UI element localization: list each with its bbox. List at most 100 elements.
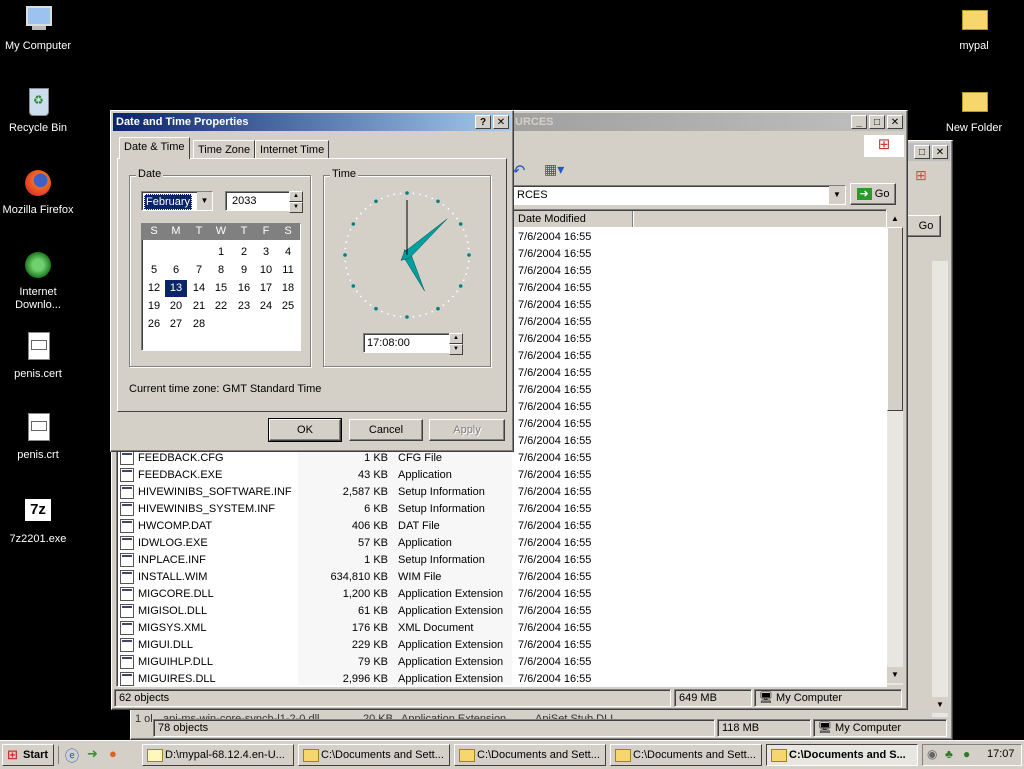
column-header-date-modified[interactable]: Date Modified	[514, 211, 633, 227]
scroll-up-icon[interactable]: ▲	[887, 211, 903, 227]
tab-date-time[interactable]: Date & Time	[119, 137, 190, 159]
time-stepper[interactable]: ▲ ▼	[449, 333, 463, 355]
table-row[interactable]: HWCOMP.DAT 406 KB DAT File 7/6/2004 16:55	[120, 518, 880, 535]
calendar-day[interactable]: 1	[210, 244, 232, 261]
calendar-day[interactable]: 12	[143, 280, 165, 297]
year-stepper[interactable]: ▲ ▼	[289, 191, 303, 213]
year-field[interactable]: 2033	[225, 191, 291, 211]
maximize-button[interactable]: □	[869, 115, 885, 129]
calendar-day[interactable]: 2	[233, 244, 255, 261]
calendar-day[interactable]: 24	[255, 298, 277, 315]
address-field[interactable]: RCES ▼	[512, 185, 846, 205]
chevron-down-icon[interactable]: ▼	[197, 192, 212, 210]
table-row[interactable]: MIGUIHLP.DLL 79 KB Application Extension 7/…	[120, 654, 880, 671]
calendar-day[interactable]: 4	[277, 244, 299, 261]
minimize-button[interactable]: _	[851, 115, 867, 129]
stepper-down-icon[interactable]: ▼	[449, 344, 463, 355]
tray-network-icon[interactable]: ♣	[945, 747, 953, 761]
calendar-day[interactable]: 11	[277, 262, 299, 279]
scroll-thumb[interactable]	[887, 227, 903, 411]
cancel-button[interactable]: Cancel	[349, 419, 423, 441]
tab-internet-time[interactable]: Internet Time	[255, 140, 330, 159]
time-field[interactable]: 17:08:00	[363, 333, 451, 353]
calendar-day[interactable]: 9	[233, 262, 255, 279]
calendar-day[interactable]: 20	[165, 298, 187, 315]
list-item-date[interactable]: 7/6/2004 16:55	[518, 382, 591, 399]
table-row[interactable]: FEEDBACK.EXE 43 KB Application 7/6/2004 16:…	[120, 467, 880, 484]
tray-globe-icon[interactable]: ●	[963, 747, 970, 761]
table-row[interactable]: HIVEWINIBS_SYSTEM.INF 6 KB Setup Informati…	[120, 501, 880, 518]
list-item-date[interactable]: 7/6/2004 16:55	[518, 348, 591, 365]
list-item-date[interactable]: 7/6/2004 16:55	[518, 246, 591, 263]
list-item-date[interactable]: 7/6/2004 16:55	[518, 331, 591, 348]
calendar-day[interactable]: 23	[233, 298, 255, 315]
taskbar-button-documents-4[interactable]: C:\Documents and S...	[766, 744, 918, 766]
list-item-date[interactable]: 7/6/2004 16:55	[518, 263, 591, 280]
go-button[interactable]: ➜ Go	[850, 183, 896, 205]
calendar-day[interactable]: 15	[210, 280, 232, 297]
calendar-day[interactable]: 22	[210, 298, 232, 315]
desktop-icon-mypal[interactable]: mypal	[936, 4, 1012, 53]
table-row[interactable]: FEEDBACK.CFG 1 KB CFG File 7/6/2004 16:55	[120, 450, 880, 467]
calendar-day[interactable]: 25	[277, 298, 299, 315]
calendar-day[interactable]: 26	[143, 316, 165, 333]
calendar-day[interactable]: 7	[188, 262, 210, 279]
list-item-date[interactable]: 7/6/2004 16:55	[518, 297, 591, 314]
calendar-day[interactable]: 5	[143, 262, 165, 279]
list-item-date[interactable]: 7/6/2004 16:55	[518, 314, 591, 331]
close-button[interactable]: ✕	[493, 115, 509, 129]
scrollbar[interactable]	[932, 261, 948, 717]
desktop-icon-penis-crt[interactable]: penis.crt	[0, 413, 76, 462]
scroll-down-icon[interactable]: ▼	[932, 697, 948, 713]
stepper-up-icon[interactable]: ▲	[289, 191, 303, 202]
views-icon[interactable]: ▦▾	[544, 161, 564, 178]
desktop-icon-internet-download[interactable]: Internet Downlo...	[0, 250, 76, 312]
table-row[interactable]: MIGISOL.DLL 61 KB Application Extension 7/6…	[120, 603, 880, 620]
list-item-date[interactable]: 7/6/2004 16:55	[518, 416, 591, 433]
calendar-day[interactable]: 21	[188, 298, 210, 315]
tray-shield-icon[interactable]: ◉	[927, 747, 937, 761]
list-item-date[interactable]: 7/6/2004 16:55	[518, 280, 591, 297]
desktop-icon-firefox[interactable]: Mozilla Firefox	[0, 168, 76, 217]
back-arrow-icon[interactable]: ↶	[512, 161, 525, 181]
firefox-icon[interactable]: ●	[109, 746, 117, 761]
start-button[interactable]: ⊞ Start	[2, 744, 54, 766]
table-row[interactable]: INSTALL.WIM 634,810 KB WIM File 7/6/2004 16…	[120, 569, 880, 586]
list-item-date[interactable]: 7/6/2004 16:55	[518, 433, 591, 450]
taskbar-button-documents-2[interactable]: C:\Documents and Sett...	[454, 744, 606, 766]
close-button[interactable]: ✕	[932, 145, 948, 159]
taskbar-clock[interactable]: 17:07	[987, 748, 1015, 760]
desktop-icon-recycle-bin[interactable]: ♻ Recycle Bin	[0, 86, 76, 135]
desktop-icon-new-folder[interactable]: New Folder	[936, 86, 1012, 135]
list-item-date[interactable]: 7/6/2004 16:55	[518, 229, 591, 246]
help-button[interactable]: ?	[475, 115, 491, 129]
scroll-down-icon[interactable]: ▼	[887, 667, 903, 683]
taskbar-button-documents-1[interactable]: C:\Documents and Sett...	[298, 744, 450, 766]
calendar-day[interactable]: 13	[165, 280, 187, 297]
calendar-day[interactable]: 27	[165, 316, 187, 333]
calendar-day[interactable]: 19	[143, 298, 165, 315]
chevron-down-icon[interactable]: ▼	[829, 186, 845, 204]
tab-time-zone[interactable]: Time Zone	[193, 140, 256, 159]
taskbar-button-documents-3[interactable]: C:\Documents and Sett...	[610, 744, 762, 766]
calendar-day[interactable]: 17	[255, 280, 277, 297]
table-row[interactable]: IDWLOG.EXE 57 KB Application 7/6/2004 16:55	[120, 535, 880, 552]
list-item-date[interactable]: 7/6/2004 16:55	[518, 399, 591, 416]
calendar-day[interactable]: 28	[188, 316, 210, 333]
calendar-day[interactable]: 14	[188, 280, 210, 297]
table-row[interactable]: MIGUI.DLL 229 KB Application Extension 7/6/…	[120, 637, 880, 654]
internet-explorer-icon[interactable]: ⓔ	[65, 746, 79, 766]
taskbar-button-mypal[interactable]: D:\mypal-68.12.4.en-U...	[142, 744, 294, 766]
close-button[interactable]: ✕	[887, 115, 903, 129]
calendar-day[interactable]: 3	[255, 244, 277, 261]
calendar-day[interactable]: 16	[233, 280, 255, 297]
stepper-down-icon[interactable]: ▼	[289, 202, 303, 213]
calendar-day[interactable]: 6	[165, 262, 187, 279]
table-row[interactable]: HIVEWINIBS_SOFTWARE.INF 2,587 KB Setup Inf…	[120, 484, 880, 501]
stepper-up-icon[interactable]: ▲	[449, 333, 463, 344]
table-row[interactable]: MIGCORE.DLL 1,200 KB Application Extension…	[120, 586, 880, 603]
month-select[interactable]: February ▼	[141, 191, 213, 211]
table-row[interactable]: INPLACE.INF 1 KB Setup Information 7/6/2004…	[120, 552, 880, 569]
calendar-day[interactable]: 10	[255, 262, 277, 279]
desktop-icon-my-computer[interactable]: My Computer	[0, 4, 76, 53]
